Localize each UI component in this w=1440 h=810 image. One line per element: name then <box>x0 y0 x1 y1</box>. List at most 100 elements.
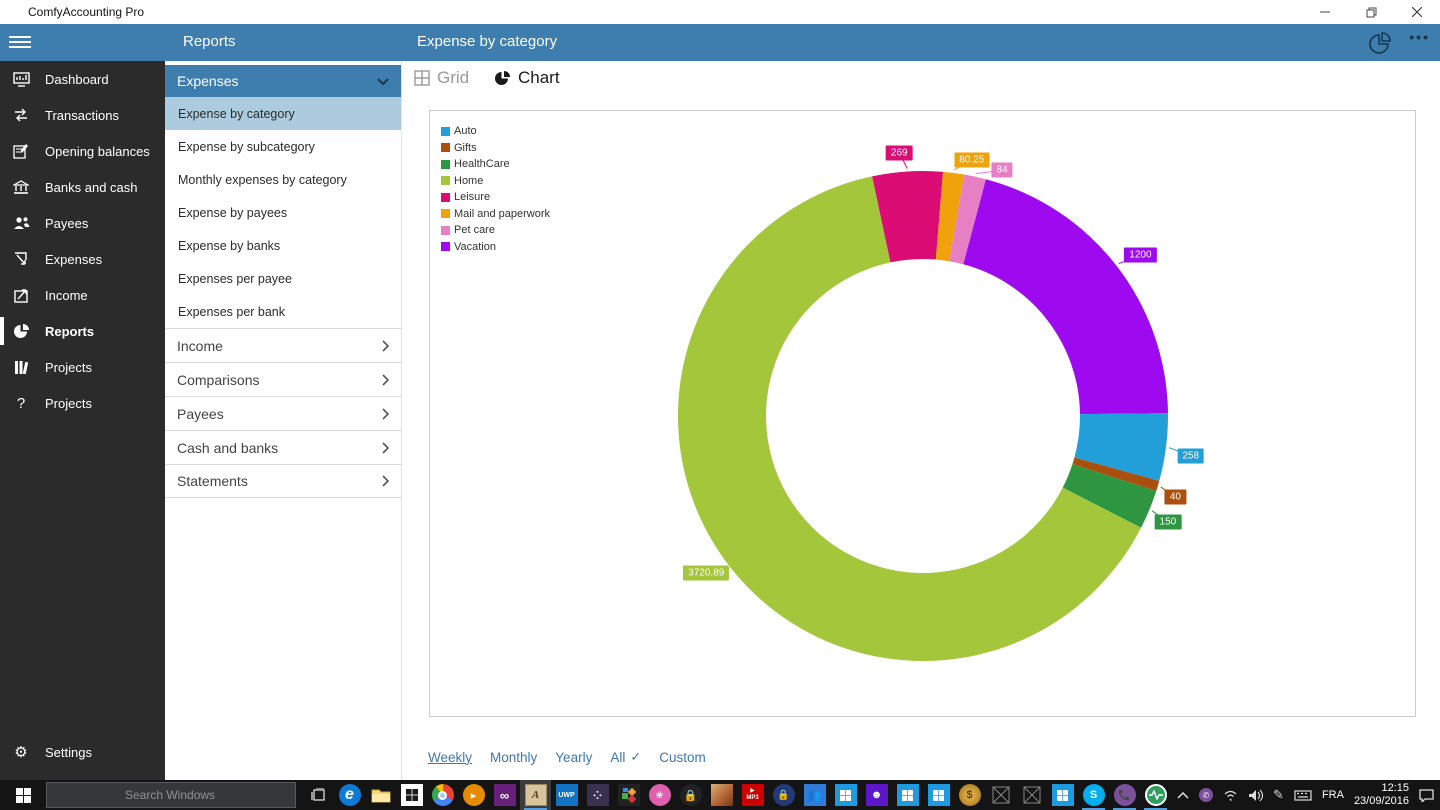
sidebar-item-banks-and-cash[interactable]: Banks and cash <box>0 169 165 205</box>
tab-grid[interactable]: Grid <box>414 68 469 88</box>
pie-chart-icon <box>495 70 510 85</box>
group-income[interactable]: Income <box>165 328 401 362</box>
tab-chart[interactable]: Chart <box>494 68 560 88</box>
reports-panel: Expenses Expense by category Expense by … <box>165 61 402 780</box>
taskbar-icon-youtube-mp3[interactable]: ▶ MP3 <box>737 780 768 810</box>
taskbar-icon-pink-app[interactable]: ❀ <box>644 780 675 810</box>
hamburger-menu-icon[interactable] <box>9 33 31 51</box>
tray-expand-chevron-icon[interactable] <box>1177 791 1189 799</box>
taskbar-clock[interactable]: 12:15 23/09/2016 <box>1354 782 1409 808</box>
taskbar-icon-visual-studio[interactable]: ∞ <box>489 780 520 810</box>
link-weekly[interactable]: Weekly <box>428 750 472 765</box>
taskbar-icon-dark-app[interactable]: ⁘ <box>582 780 613 810</box>
taskbar-icon-windows-tile-1[interactable] <box>830 780 861 810</box>
taskbar-search-input[interactable]: Search Windows <box>46 782 296 808</box>
sidebar-item-label: Expenses <box>45 251 103 267</box>
page-title: Expense by category <box>417 33 558 50</box>
action-center-icon[interactable] <box>1419 788 1434 802</box>
link-yearly[interactable]: Yearly <box>555 750 592 765</box>
taskbar-icon-photos[interactable] <box>706 780 737 810</box>
report-item-expenses-per-bank[interactable]: Expenses per bank <box>165 295 401 328</box>
minimize-button[interactable] <box>1302 0 1348 24</box>
grid-icon <box>414 70 430 86</box>
keyboard-icon[interactable] <box>1294 789 1312 801</box>
sidebar-item-label: Dashboard <box>45 71 109 87</box>
report-item-expenses-per-payee[interactable]: Expenses per payee <box>165 262 401 295</box>
taskbar-icon-media-player[interactable]: ▸ <box>458 780 489 810</box>
group-statements[interactable]: Statements <box>165 464 401 498</box>
taskbar-icon-people-app[interactable]: 👥 <box>799 780 830 810</box>
donut-slice-vacation[interactable] <box>963 179 1168 415</box>
taskbar-icon-windows-store[interactable] <box>396 780 427 810</box>
taskbar-icon-waveform-app[interactable] <box>1140 780 1171 810</box>
pie-chart-icon[interactable] <box>1368 31 1392 55</box>
sidebar-item-settings[interactable]: ⚙ Settings <box>0 734 165 770</box>
taskbar-icon-coin-app[interactable]: $ <box>954 780 985 810</box>
network-icon[interactable] <box>1223 789 1238 801</box>
legend-item: Leisure <box>441 189 550 206</box>
legend-swatch <box>441 209 450 219</box>
sidebar-item-label: Projects <box>45 359 92 375</box>
navigation-sidebar: Dashboard Transactions Opening balances … <box>0 61 165 780</box>
link-custom[interactable]: Custom <box>659 750 706 765</box>
sidebar-item-label: Payees <box>45 215 89 231</box>
sidebar-item-dashboard[interactable]: Dashboard <box>0 61 165 97</box>
transactions-icon <box>12 106 30 124</box>
taskbar-icon-emoji-app[interactable]: ☻ <box>861 780 892 810</box>
tab-label: Chart <box>518 68 560 87</box>
taskbar-icon-orange-app[interactable]: 🔒 <box>675 780 706 810</box>
taskbar-icon-edge[interactable]: e <box>334 780 365 810</box>
report-item-expense-by-category[interactable]: Expense by category <box>165 97 401 130</box>
taskbar-icon-windows-tile-3[interactable] <box>923 780 954 810</box>
sidebar-item-expenses[interactable]: Expenses <box>0 241 165 277</box>
link-all[interactable]: All <box>610 750 625 765</box>
slice-value-label: 80.25 <box>954 152 990 168</box>
sidebar-item-transactions[interactable]: Transactions <box>0 97 165 133</box>
chevron-right-icon <box>382 475 389 487</box>
group-cash-and-banks[interactable]: Cash and banks <box>165 430 401 464</box>
more-options-icon[interactable]: ••• <box>1409 29 1430 45</box>
taskbar-icon-broken-app-2[interactable] <box>1016 780 1047 810</box>
report-label: Expense by subcategory <box>178 139 315 154</box>
sidebar-item-help[interactable]: ? Projects <box>0 385 165 421</box>
taskbar-icon-viber[interactable]: 📞 <box>1109 780 1140 810</box>
sidebar-item-opening-balances[interactable]: Opening balances <box>0 133 165 169</box>
task-view-icon[interactable] <box>304 780 334 810</box>
report-item-expense-by-subcategory[interactable]: Expense by subcategory <box>165 130 401 163</box>
minimize-icon <box>1320 11 1330 13</box>
group-payees[interactable]: Payees <box>165 396 401 430</box>
sidebar-item-label: Projects <box>45 395 92 411</box>
report-item-expense-by-banks[interactable]: Expense by banks <box>165 229 401 262</box>
taskbar-icon-windows-tile-4[interactable] <box>1047 780 1078 810</box>
sidebar-item-income[interactable]: Income <box>0 277 165 313</box>
volume-icon[interactable] <box>1248 789 1264 802</box>
taskbar-icon-skype[interactable]: S <box>1078 780 1109 810</box>
link-monthly[interactable]: Monthly <box>490 750 537 765</box>
close-button[interactable] <box>1394 0 1440 24</box>
report-label: Expense by payees <box>178 205 288 220</box>
taskbar-icon-file-explorer[interactable] <box>365 780 396 810</box>
group-label: Cash and banks <box>177 439 279 456</box>
report-item-expense-by-payees[interactable]: Expense by payees <box>165 196 401 229</box>
taskbar-icon-color-tiles-app[interactable] <box>613 780 644 810</box>
taskbar-icon-broken-app-1[interactable] <box>985 780 1016 810</box>
start-button[interactable] <box>0 780 46 810</box>
sidebar-item-payees[interactable]: Payees <box>0 205 165 241</box>
taskbar-icon-windows-tile-2[interactable] <box>892 780 923 810</box>
question-icon: ? <box>16 394 26 412</box>
taskbar-icon-password-lock[interactable]: 🔒 <box>768 780 799 810</box>
group-expenses-header[interactable]: Expenses <box>165 65 401 97</box>
pen-icon[interactable]: ✎ <box>1273 787 1284 803</box>
report-item-monthly-expenses-by-category[interactable]: Monthly expenses by category <box>165 163 401 196</box>
sidebar-item-reports[interactable]: Reports <box>0 313 165 349</box>
books-icon <box>12 358 30 376</box>
taskbar-icon-chrome[interactable] <box>427 780 458 810</box>
taskbar-icon-uwp-app[interactable]: UWP <box>551 780 582 810</box>
restore-button[interactable] <box>1348 0 1394 24</box>
taskbar-icon-comfyaccounting[interactable]: A <box>520 780 551 810</box>
language-indicator[interactable]: FRA <box>1322 789 1344 801</box>
group-comparisons[interactable]: Comparisons <box>165 362 401 396</box>
tray-viber-icon[interactable]: ✆ <box>1199 788 1214 802</box>
chevron-down-icon <box>377 77 389 85</box>
sidebar-item-projects[interactable]: Projects <box>0 349 165 385</box>
